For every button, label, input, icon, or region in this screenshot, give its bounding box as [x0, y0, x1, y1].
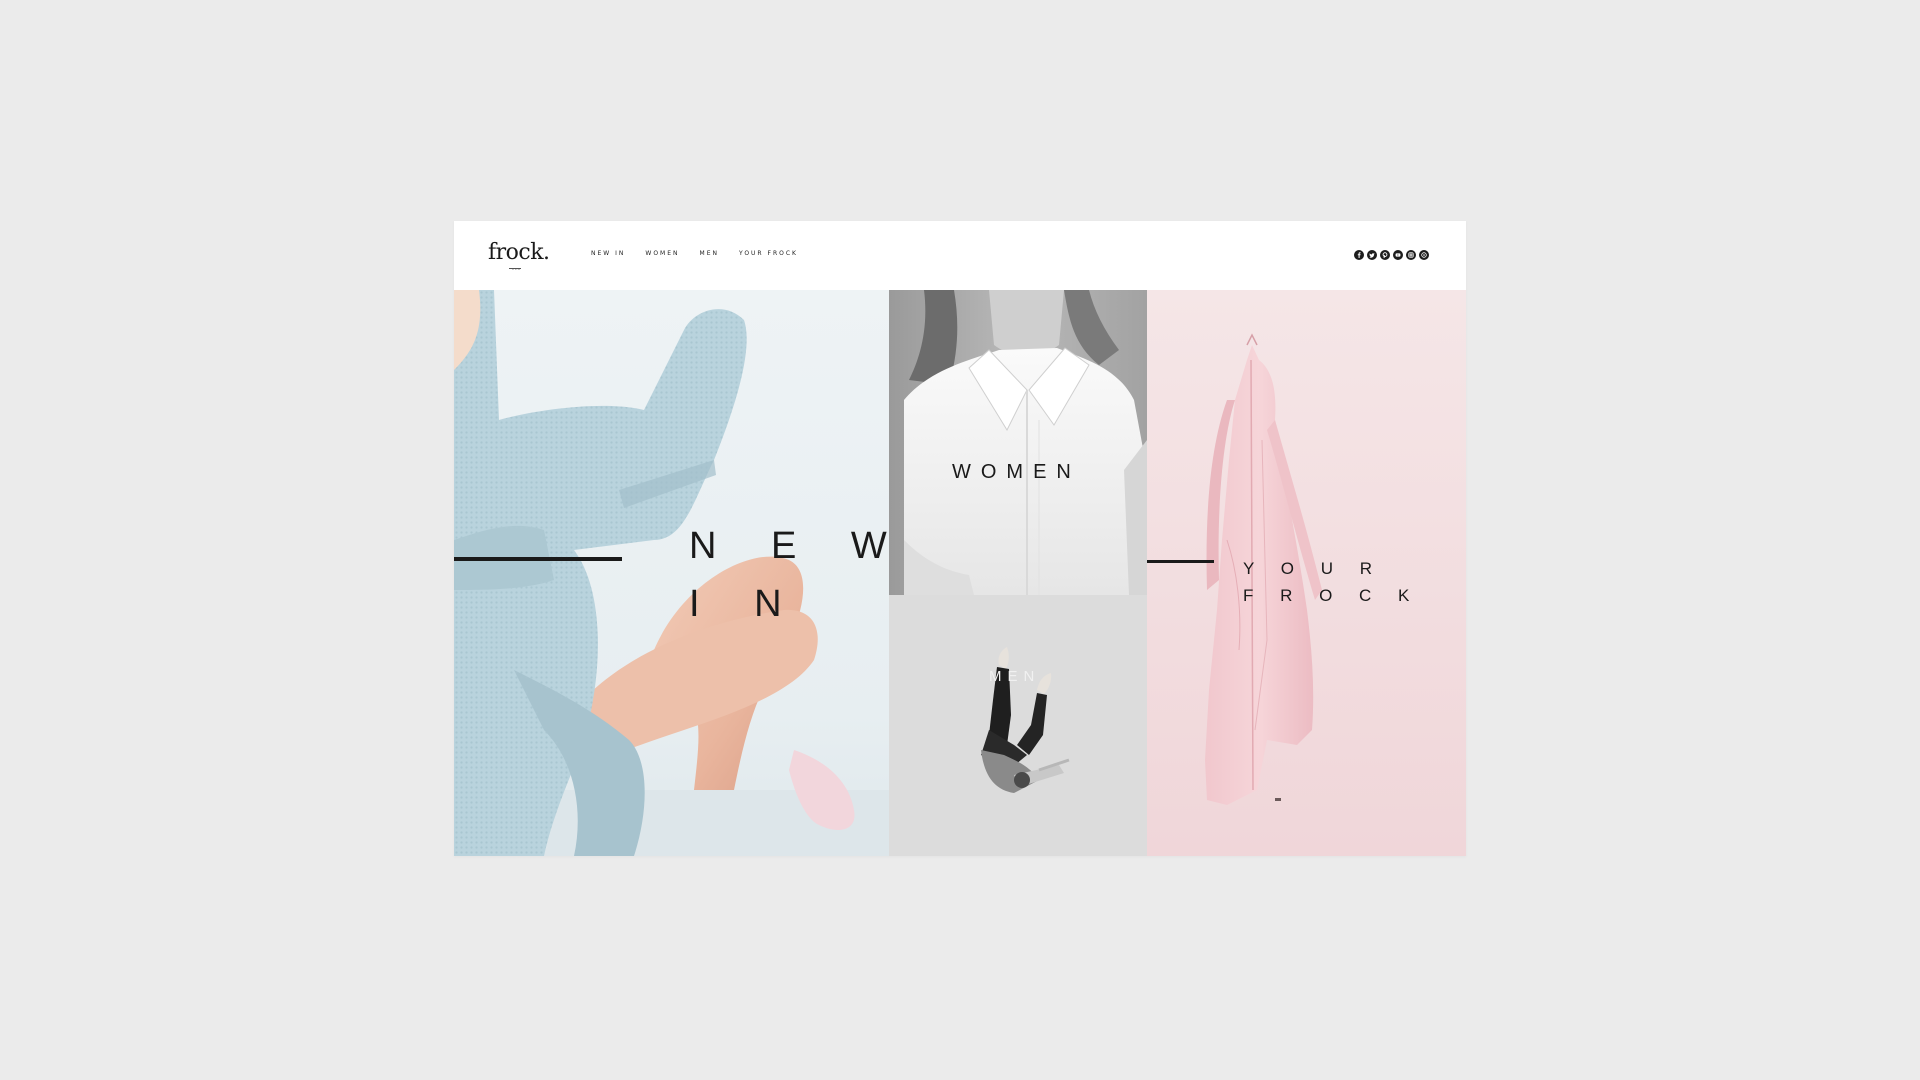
new-in-title[interactable]: N E W I N [689, 517, 889, 633]
nav-item-women[interactable]: WOMEN [645, 250, 679, 258]
twitter-icon[interactable] [1367, 250, 1377, 260]
pinterest-icon[interactable] [1380, 250, 1390, 260]
new-in-rule [454, 557, 622, 561]
nav-item-men[interactable]: MEN [700, 250, 719, 258]
logo-subtitle: CLO [512, 267, 522, 271]
panel-men[interactable]: MEN [889, 595, 1147, 856]
men-title[interactable]: MEN [989, 668, 1040, 686]
panel-your-frock[interactable]: Y O U R F R O C K [1147, 290, 1466, 856]
website-frame: frock. CLO NEW IN WOMEN MEN YOUR FROCK N… [454, 221, 1466, 856]
instagram-icon[interactable] [1406, 250, 1416, 260]
your-frock-title[interactable]: Y O U R F R O C K [1243, 555, 1420, 609]
site-header: frock. CLO NEW IN WOMEN MEN YOUR FROCK [454, 221, 1466, 290]
facebook-icon[interactable] [1354, 250, 1364, 260]
your-frock-rule [1147, 560, 1214, 563]
nav-item-your-frock[interactable]: YOUR FROCK [739, 250, 798, 258]
nav-item-new-in[interactable]: NEW IN [591, 250, 625, 258]
panel-women[interactable]: WOMEN [889, 290, 1147, 595]
women-photo [889, 290, 1147, 595]
panel-new-in[interactable]: N E W I N [454, 290, 889, 856]
main-nav: NEW IN WOMEN MEN YOUR FROCK [591, 250, 818, 258]
email-icon[interactable] [1419, 250, 1429, 260]
social-links [1354, 250, 1429, 260]
men-photo [889, 595, 1147, 856]
logo-text: frock. [488, 240, 550, 265]
logo[interactable]: frock. CLO [488, 241, 568, 277]
women-title[interactable]: WOMEN [952, 460, 1081, 484]
youtube-icon[interactable] [1393, 250, 1403, 260]
